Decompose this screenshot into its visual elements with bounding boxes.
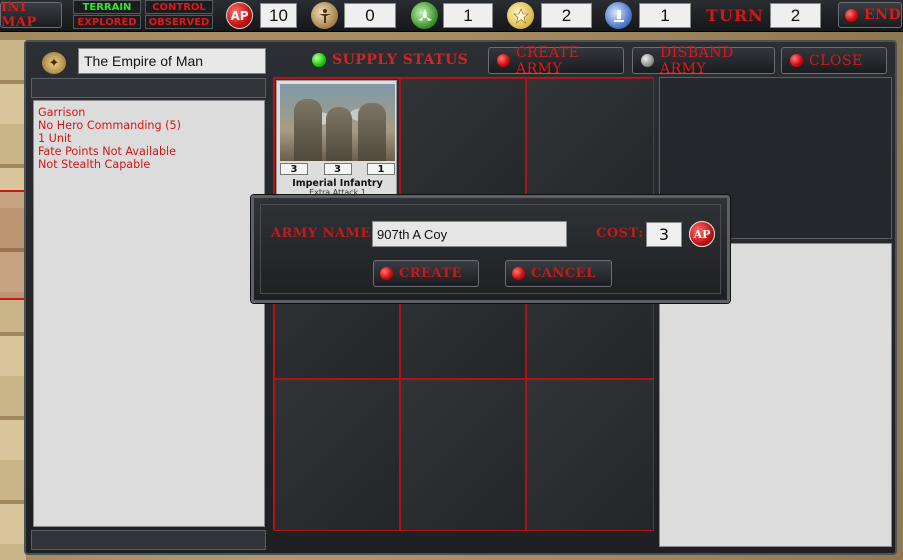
unit-stat-attack: 3 (280, 163, 308, 175)
unit-stat-move: 1 (367, 163, 395, 175)
faction-name-field: The Empire of Man (78, 48, 266, 74)
supply-status-dot-icon (312, 53, 326, 67)
turn-value: 2 (770, 3, 821, 28)
close-dot-icon (790, 54, 803, 67)
info-line: No Hero Commanding (5) (38, 119, 182, 132)
unit-stats: 3 3 1 (280, 163, 395, 176)
info-line: Not Stealth Capable (38, 158, 151, 171)
end-turn-dot-icon (845, 8, 858, 22)
info-line: Garrison (38, 106, 86, 119)
create-army-dot-icon (497, 54, 510, 67)
army-name-label: ARMY NAME: (271, 226, 377, 241)
supply-status-label: SUPPLY STATUS (332, 52, 469, 68)
ap-icon-text: AP (230, 8, 249, 23)
top-bar: INI MAP TERRAIN CONTROL EXPLORED OBSERVE… (0, 0, 903, 32)
unit-stat-defense: 3 (323, 163, 352, 175)
map-edge-strip (0, 40, 26, 560)
end-turn-button[interactable]: END (838, 2, 902, 28)
info-line: Fate Points Not Available (38, 145, 177, 158)
unit-slot[interactable] (526, 379, 654, 531)
info-line: 1 Unit (38, 132, 72, 145)
control-mode-button[interactable]: CONTROL (145, 0, 213, 14)
terrain-mode-label: TERRAIN (82, 1, 132, 13)
unit-slot[interactable] (274, 379, 400, 531)
dialog-cancel-label: CANCEL (531, 266, 596, 281)
population-value: 0 (344, 3, 396, 28)
dialog-cancel-button[interactable]: CANCEL (505, 260, 612, 287)
army-info-panel: Garrison No Hero Commanding (5) 1 Unit F… (33, 100, 265, 527)
unit-slot[interactable] (400, 379, 526, 531)
mini-map-button[interactable]: INI MAP (0, 0, 62, 30)
ap-icon: AP (226, 2, 253, 29)
hazard-value: 1 (443, 3, 493, 28)
territory-border (0, 190, 26, 300)
create-army-dialog: ARMY NAME: 907th A Coy COST: 3 AP CREATE… (251, 195, 730, 303)
unit-card[interactable]: 3 3 1 Imperial Infantry Extra Attack 1 (276, 80, 397, 195)
fate-star-icon (507, 2, 534, 29)
disband-army-label: DISBAND ARMY (660, 44, 734, 77)
observed-mode-button[interactable]: OBSERVED (145, 15, 213, 29)
soldier-figure (358, 103, 386, 161)
unit-subtitle: Extra Attack 1 (309, 188, 366, 195)
create-army-label: CREATE ARMY (516, 44, 580, 77)
ap-value: 10 (260, 3, 297, 28)
soldier-figure (326, 107, 352, 161)
close-label: CLOSE (809, 52, 863, 69)
research-value: 1 (639, 3, 691, 28)
dialog-frame: ARMY NAME: 907th A Coy COST: 3 AP CREATE… (260, 204, 721, 294)
fate-value: 2 (541, 3, 592, 28)
research-icon (605, 2, 632, 29)
soldier-figure (294, 99, 322, 161)
dialog-cancel-dot-icon (512, 267, 525, 280)
army-name-input[interactable]: 907th A Coy (372, 221, 567, 247)
population-icon (311, 2, 338, 29)
create-army-button[interactable]: CREATE ARMY (488, 44, 624, 77)
explored-mode-button[interactable]: EXPLORED (73, 15, 141, 29)
faction-emblem-icon: ✦ (42, 52, 66, 74)
disband-army-button[interactable]: DISBAND ARMY (632, 44, 775, 77)
explored-mode-label: EXPLORED (77, 16, 137, 28)
dialog-create-label: CREATE (399, 266, 463, 281)
ap-icon: AP (689, 221, 715, 247)
dialog-create-button[interactable]: CREATE (373, 260, 479, 287)
cost-value: 3 (646, 222, 682, 247)
hazard-icon (411, 2, 438, 29)
close-button[interactable]: CLOSE (781, 47, 887, 74)
dialog-create-dot-icon (380, 267, 393, 280)
disband-army-dot-icon (641, 54, 654, 67)
cost-label: COST: (596, 226, 644, 241)
supply-status-indicator[interactable]: SUPPLY STATUS (304, 50, 468, 70)
terrain-mode-button[interactable]: TERRAIN (73, 0, 141, 14)
end-turn-label: END (864, 7, 902, 23)
army-footer-bar (31, 530, 266, 550)
army-name-bar (31, 78, 266, 98)
unit-portrait (280, 84, 395, 161)
observed-mode-label: OBSERVED (148, 16, 210, 28)
control-mode-label: CONTROL (152, 1, 206, 13)
turn-label: TURN (706, 6, 764, 25)
